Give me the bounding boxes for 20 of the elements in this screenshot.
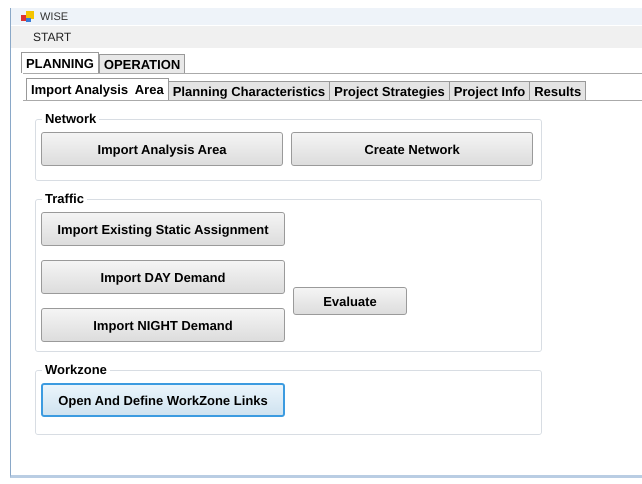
group-title: Workzone [42,362,110,377]
tab[interactable]: Planning Characteristics [168,81,330,100]
action-button[interactable]: Create Network [291,132,533,166]
tab[interactable]: Project Strategies [329,81,450,100]
tab[interactable]: OPERATION [98,54,186,73]
menu-item[interactable]: START [33,30,72,44]
action-button[interactable]: Import Existing Static Assignment [41,212,285,246]
action-button[interactable]: Import Analysis Area [41,132,283,166]
action-button[interactable]: Import DAY Demand [41,260,285,294]
tab[interactable]: Project Info [448,81,530,100]
group-title: Network [42,111,100,126]
window-title: WISE [40,10,68,22]
group-title: Traffic [42,191,88,206]
tab[interactable]: Import Analysis Area [26,78,169,100]
tab[interactable]: PLANNING [21,52,99,73]
action-button[interactable]: Evaluate [293,287,407,315]
action-button[interactable]: Import NIGHT Demand [41,308,285,342]
app-icon [21,10,35,22]
tab[interactable]: Results [529,81,586,100]
action-button[interactable]: Open And Define WorkZone Links [41,383,285,417]
